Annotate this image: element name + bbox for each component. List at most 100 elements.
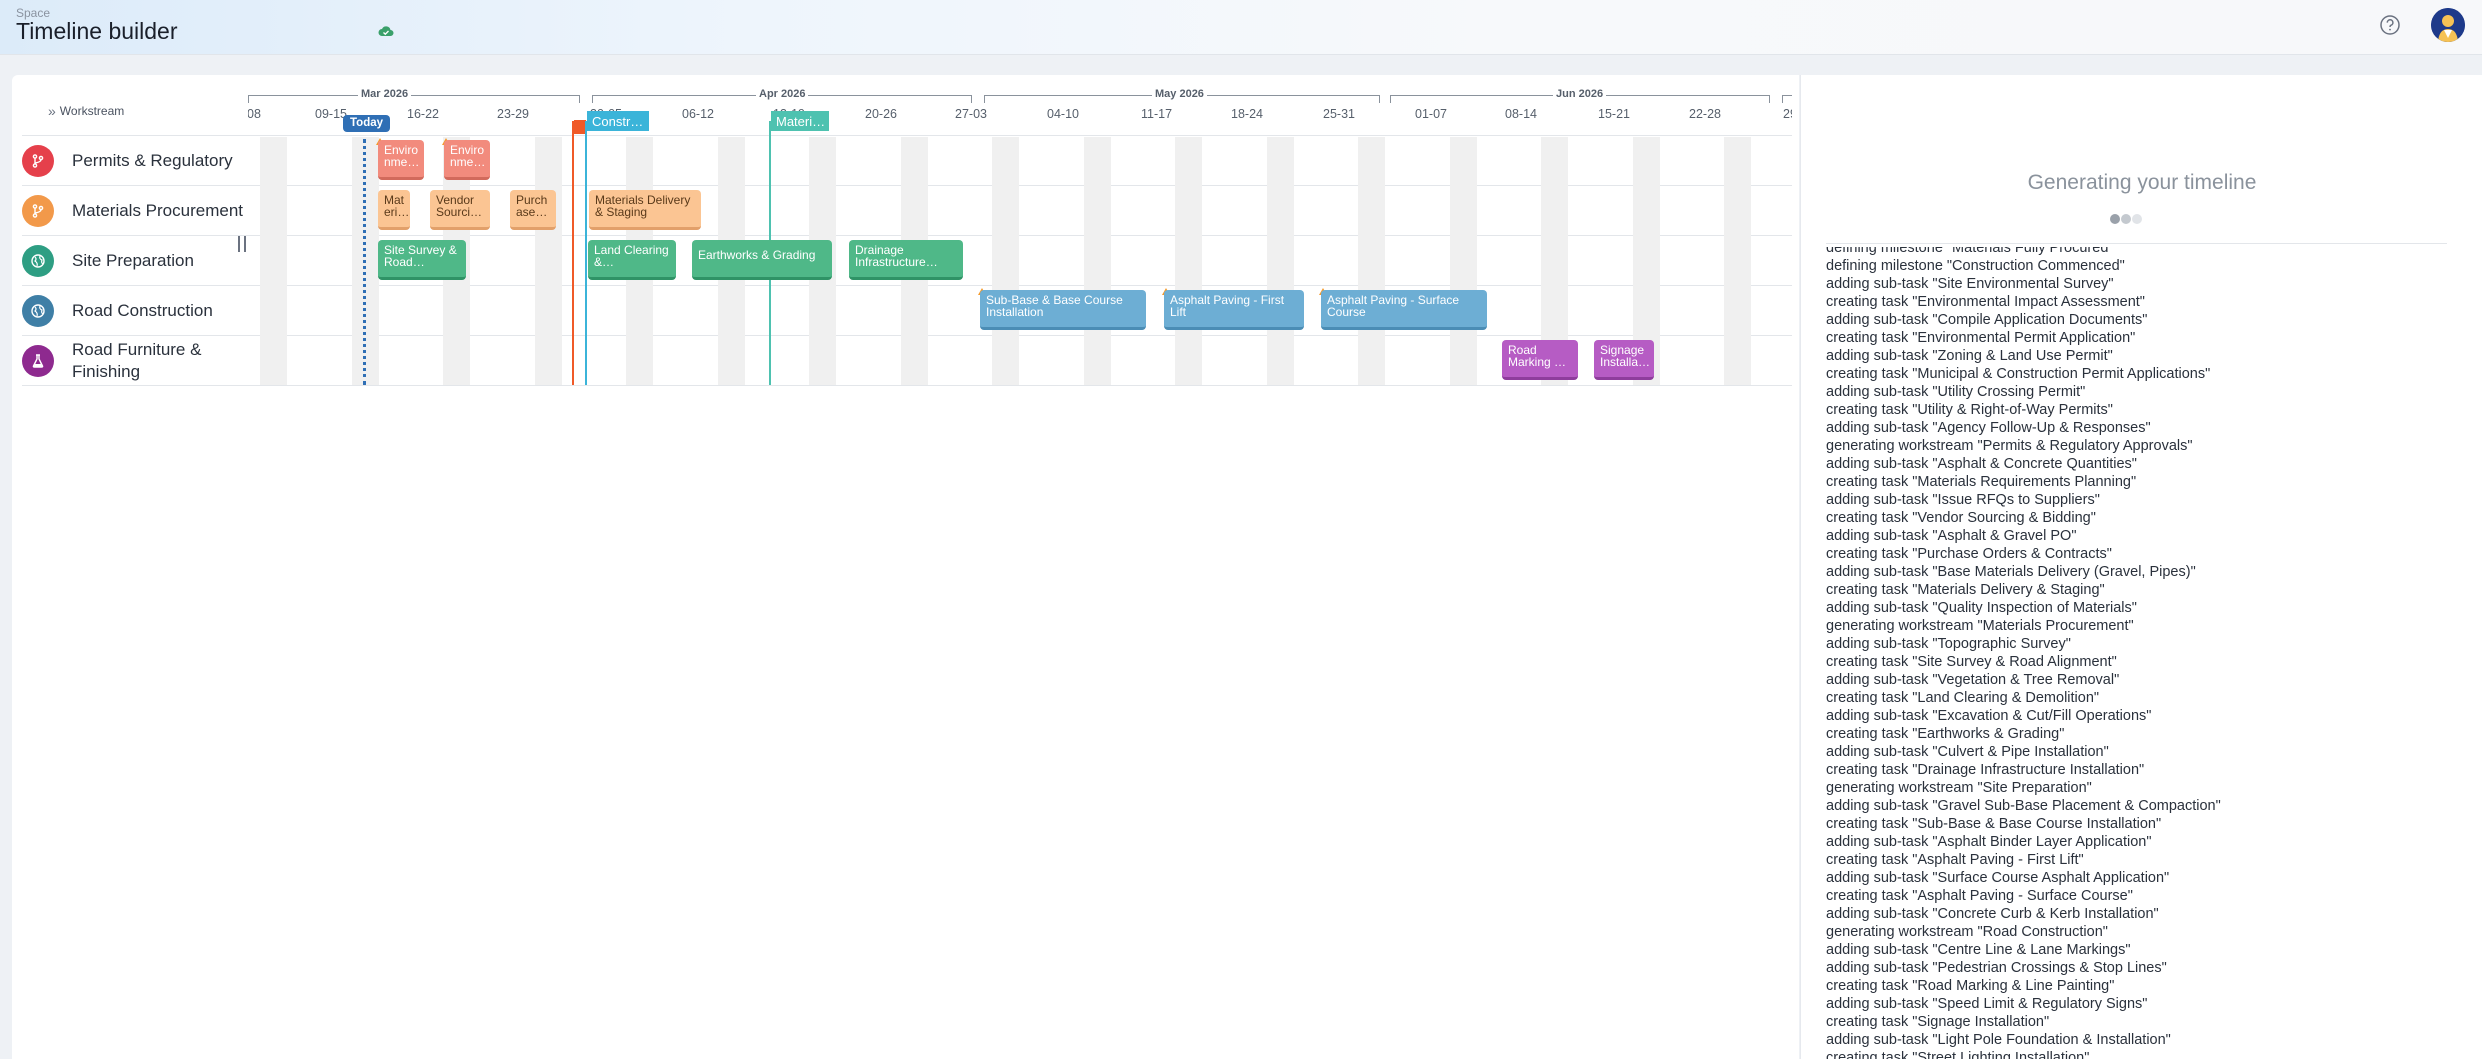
task-bar[interactable]: Asphalt Paving - Surface Course bbox=[1321, 290, 1487, 330]
workstream-road-construction[interactable]: Road Construction bbox=[22, 286, 247, 336]
log-line: adding sub-task "Asphalt Binder Layer Ap… bbox=[1826, 834, 2152, 850]
log-line: adding sub-task "Speed Limit & Regulator… bbox=[1826, 996, 2148, 1012]
workstream-materials[interactable]: Materials Procurement bbox=[22, 186, 247, 236]
month-label: Apr 2026 bbox=[756, 88, 809, 100]
month-bracket bbox=[248, 95, 580, 103]
weekend-stripe bbox=[1358, 137, 1385, 385]
globe-icon bbox=[22, 245, 54, 277]
log-line: adding sub-task "Utility Crossing Permit… bbox=[1826, 384, 2086, 400]
milestone-flag[interactable]: Materi… bbox=[771, 111, 829, 131]
log-line: defining milestone "Materials Fully Proc… bbox=[1826, 247, 2114, 256]
workstream-name: Materials Procurement bbox=[72, 201, 244, 220]
task-bar[interactable]: Road Marking … bbox=[1502, 340, 1578, 380]
loading-dots-icon bbox=[2110, 214, 2142, 224]
task-bar[interactable]: Enviro nme… bbox=[378, 140, 424, 180]
log-line: adding sub-task "Pedestrian Crossings & … bbox=[1826, 960, 2167, 976]
task-bar[interactable]: Drainage Infrastructure… bbox=[849, 240, 963, 280]
log-line: creating task "Land Clearing & Demolitio… bbox=[1826, 690, 2100, 706]
log-line: adding sub-task "Quality Inspection of M… bbox=[1826, 600, 2137, 616]
weekend-stripe bbox=[1267, 137, 1294, 385]
task-bar[interactable]: Sub-Base & Base Course Installation bbox=[980, 290, 1146, 330]
weekend-stripe bbox=[535, 137, 562, 385]
task-bar[interactable]: Mat eri… bbox=[378, 190, 410, 230]
log-line: adding sub-task "Centre Line & Lane Mark… bbox=[1826, 942, 2131, 958]
log-line: creating task "Road Marking & Line Paint… bbox=[1826, 978, 2115, 994]
week-label: 01-07 bbox=[1415, 107, 1447, 121]
log-line: generating workstream "Permits & Regulat… bbox=[1826, 438, 2193, 454]
week-label: 25-31 bbox=[1323, 107, 1355, 121]
week-label: 20-26 bbox=[865, 107, 897, 121]
log-line: adding sub-task "Compile Application Doc… bbox=[1826, 312, 2148, 328]
log-line: creating task "Earthworks & Grading" bbox=[1826, 726, 2065, 742]
timeline-grid[interactable]: Mar 2026 Apr 2026 May 2026 Jun 2026 08 0… bbox=[248, 85, 1792, 385]
log-line: adding sub-task "Excavation & Cut/Fill O… bbox=[1826, 708, 2152, 724]
log-line: creating task "Sub-Base & Base Course In… bbox=[1826, 816, 2162, 832]
branch-icon bbox=[22, 195, 54, 227]
task-bar[interactable]: Land Clearing &… bbox=[588, 240, 676, 280]
weekend-stripe bbox=[260, 137, 287, 385]
task-bar[interactable]: Earthworks & Grading bbox=[692, 240, 832, 280]
task-bar[interactable]: Materials Delivery & Staging bbox=[589, 190, 701, 230]
expand-chevrons-icon[interactable]: » bbox=[48, 103, 56, 119]
task-bar[interactable]: Vendor Sourci… bbox=[430, 190, 490, 230]
log-line: adding sub-task "Site Environmental Surv… bbox=[1826, 276, 2114, 292]
log-line: creating task "Municipal & Construction … bbox=[1826, 366, 2211, 382]
log-line: creating task "Materials Delivery & Stag… bbox=[1826, 582, 2105, 598]
panel-resize-handle[interactable] bbox=[238, 236, 246, 252]
workstream-name: Permits & Regulatory bbox=[72, 151, 233, 170]
week-label: 08 bbox=[248, 107, 261, 121]
globe-icon bbox=[22, 295, 54, 327]
generation-log[interactable]: defining milestone "Materials Fully Proc… bbox=[1826, 247, 2447, 1059]
divider bbox=[1826, 243, 2447, 244]
log-line: generating workstream "Site Preparation" bbox=[1826, 780, 2092, 796]
help-circle-icon[interactable] bbox=[2379, 14, 2401, 36]
log-line: adding sub-task "Light Pole Foundation &… bbox=[1826, 1032, 2171, 1048]
generation-panel: Generating your timeline defining milest… bbox=[1800, 75, 2482, 1059]
workstream-permits[interactable]: Permits & Regulatory bbox=[22, 136, 247, 186]
workstream-name: Road Furniture & Finishing bbox=[72, 340, 202, 381]
today-badge[interactable]: Today bbox=[343, 115, 391, 132]
log-line: adding sub-task "Base Materials Delivery… bbox=[1826, 564, 2196, 580]
log-line: creating task "Utility & Right-of-Way Pe… bbox=[1826, 402, 2113, 418]
weekend-stripe bbox=[1175, 137, 1202, 385]
log-line: creating task "Purchase Orders & Contrac… bbox=[1826, 546, 2112, 562]
weekend-stripe bbox=[992, 137, 1019, 385]
task-bar[interactable]: Purch ase… bbox=[510, 190, 556, 230]
log-line: creating task "Vendor Sourcing & Bidding… bbox=[1826, 510, 2096, 526]
milestone-flag[interactable]: Constr… bbox=[587, 111, 649, 131]
log-line: creating task "Signage Installation" bbox=[1826, 1014, 2050, 1030]
log-line: creating task "Materials Requirements Pl… bbox=[1826, 474, 2137, 490]
week-label: 06-12 bbox=[682, 107, 714, 121]
week-label: 11-17 bbox=[1141, 107, 1173, 121]
log-line: adding sub-task "Asphalt & Gravel PO" bbox=[1826, 528, 2077, 544]
log-line: creating task "Asphalt Paving - Surface … bbox=[1826, 888, 2133, 904]
task-bar[interactable]: Signage Installa… bbox=[1594, 340, 1654, 380]
log-line: adding sub-task "Topographic Survey" bbox=[1826, 636, 2071, 652]
user-avatar-icon[interactable] bbox=[2431, 8, 2465, 42]
task-bar[interactable]: Asphalt Paving - First Lift bbox=[1164, 290, 1304, 330]
workstream-road-furniture[interactable]: Road Furniture & Finishing bbox=[22, 336, 247, 386]
log-line: creating task "Site Survey & Road Alignm… bbox=[1826, 654, 2117, 670]
cloud-check-icon[interactable] bbox=[378, 25, 394, 37]
log-line: generating workstream "Materials Procure… bbox=[1826, 618, 2134, 634]
workstream-header[interactable]: » Workstream bbox=[48, 103, 124, 119]
week-label: 18-24 bbox=[1231, 107, 1263, 121]
generation-log-lines: defining milestone "Materials Fully Proc… bbox=[1826, 247, 2221, 1059]
log-line: adding sub-task "Concrete Curb & Kerb In… bbox=[1826, 906, 2159, 922]
month-label: Mar 2026 bbox=[358, 88, 412, 100]
log-line: creating task "Street Lighting Installat… bbox=[1826, 1050, 2090, 1059]
workstream-site-preparation[interactable]: Site Preparation bbox=[22, 236, 247, 286]
log-line: adding sub-task "Zoning & Land Use Permi… bbox=[1826, 348, 2113, 364]
task-bar[interactable]: Enviro nme… bbox=[444, 140, 490, 180]
milestone-line bbox=[585, 121, 587, 385]
task-bar[interactable]: Site Survey & Road… bbox=[378, 240, 466, 280]
week-label: 23-29 bbox=[497, 107, 529, 121]
log-line: adding sub-task "Gravel Sub-Base Placeme… bbox=[1826, 798, 2221, 814]
month-label: May 2026 bbox=[1152, 88, 1207, 100]
weekend-stripe bbox=[1084, 137, 1111, 385]
log-line: adding sub-task "Culvert & Pipe Installa… bbox=[1826, 744, 2109, 760]
week-label: 08-14 bbox=[1505, 107, 1537, 121]
week-label: 16-22 bbox=[407, 107, 439, 121]
log-line: defining milestone "Construction Commenc… bbox=[1826, 258, 2125, 274]
week-label: 27-03 bbox=[955, 107, 987, 121]
